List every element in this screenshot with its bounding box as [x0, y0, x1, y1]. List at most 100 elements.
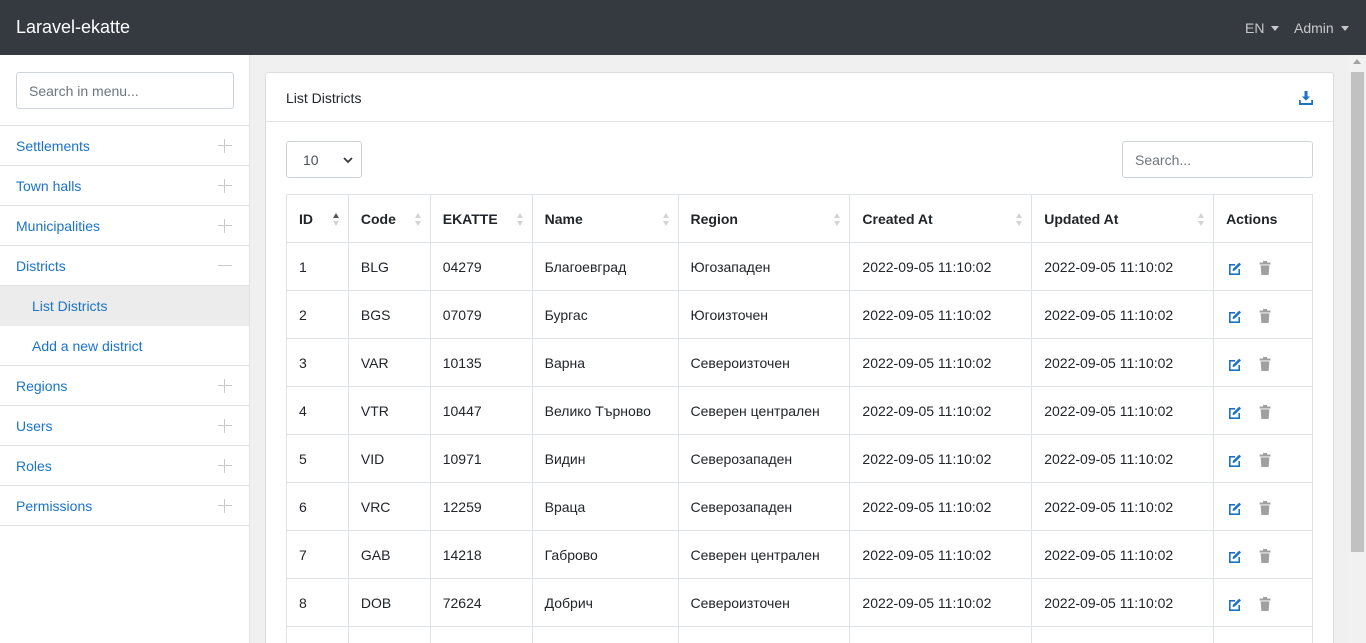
- cell-actions: [1213, 290, 1313, 339]
- column-header-actions: Actions: [1213, 194, 1313, 243]
- sidebar-item-settlements[interactable]: Settlements: [0, 126, 249, 166]
- expand-plus-icon[interactable]: [218, 459, 232, 473]
- expand-plus-icon[interactable]: [218, 139, 232, 153]
- caret-down-icon: [1271, 25, 1280, 31]
- edit-icon[interactable]: [1228, 453, 1242, 467]
- expand-plus-icon[interactable]: [218, 419, 232, 433]
- trash-icon[interactable]: [1258, 260, 1272, 275]
- sidebar-item-label: Settlements: [16, 137, 90, 154]
- edit-icon[interactable]: [1228, 405, 1242, 419]
- column-header-label: EKATTE: [442, 210, 498, 227]
- sidebar-menu: Settlements Town halls Municipalities Di…: [0, 125, 249, 526]
- sidebar-item-users[interactable]: Users: [0, 406, 249, 446]
- sidebar-item-label: Permissions: [16, 497, 93, 514]
- language-dropdown[interactable]: EN: [1245, 20, 1280, 36]
- cell-created-at: 2022-09-05 11:10:02: [849, 434, 1033, 483]
- column-header-updated-at[interactable]: Updated At: [1031, 194, 1215, 243]
- cell-id: [286, 626, 349, 643]
- sidebar-item-regions[interactable]: Regions: [0, 366, 249, 406]
- column-header-id[interactable]: ID: [286, 194, 349, 243]
- cell-region: Североизточен: [677, 338, 851, 387]
- sort-icon: [414, 213, 421, 226]
- cell-name: Велико Търново: [531, 386, 679, 435]
- collapse-minus-icon[interactable]: [218, 259, 232, 273]
- sidebar-subitem-add-district[interactable]: Add a new district: [0, 326, 249, 366]
- trash-icon[interactable]: [1258, 452, 1272, 467]
- brand-title[interactable]: Laravel-ekatte: [16, 17, 130, 38]
- column-header-code[interactable]: Code: [347, 194, 431, 243]
- cell-region: Северен централен: [677, 530, 851, 579]
- cell-updated-at: [1031, 626, 1215, 643]
- scroll-up-arrow-icon[interactable]: [1353, 59, 1361, 64]
- table-row: 3 VAR 10135 Варна Североизточен 2022-09-…: [286, 338, 1313, 387]
- sidebar-subitem-list-districts[interactable]: List Districts: [0, 286, 249, 326]
- cell-name: [531, 626, 679, 643]
- menu-search-input[interactable]: [16, 72, 234, 109]
- page-scrollbar[interactable]: [1349, 55, 1366, 643]
- trash-icon[interactable]: [1258, 548, 1272, 563]
- download-icon[interactable]: [1299, 91, 1313, 105]
- cell-name: Видин: [531, 434, 679, 483]
- trash-icon[interactable]: [1258, 356, 1272, 371]
- edit-icon[interactable]: [1228, 501, 1242, 515]
- page-size-select[interactable]: 10: [286, 141, 362, 178]
- column-header-label: Code: [360, 210, 396, 227]
- expand-plus-icon[interactable]: [218, 379, 232, 393]
- sidebar-item-label: List Districts: [32, 298, 108, 314]
- sort-icon: [834, 213, 841, 226]
- user-label: Admin: [1294, 20, 1334, 36]
- expand-plus-icon[interactable]: [218, 499, 232, 513]
- districts-card: List Districts 10 ID Code EKATTE Name Re…: [265, 72, 1334, 643]
- table-row: 1 BLG 04279 Благоевград Югозападен 2022-…: [286, 242, 1313, 291]
- cell-created-at: 2022-09-05 11:10:02: [849, 338, 1033, 387]
- edit-icon[interactable]: [1228, 597, 1242, 611]
- sort-icon: [516, 213, 523, 226]
- expand-plus-icon[interactable]: [218, 179, 232, 193]
- cell-code: VAR: [347, 338, 431, 387]
- cell-actions: [1213, 626, 1313, 643]
- column-header-region[interactable]: Region: [677, 194, 851, 243]
- expand-plus-icon[interactable]: [218, 219, 232, 233]
- table-search-input[interactable]: [1122, 141, 1313, 178]
- sidebar-item-districts[interactable]: Districts: [0, 246, 249, 286]
- trash-icon[interactable]: [1258, 500, 1272, 515]
- cell-region: Североизточен: [677, 578, 851, 627]
- trash-icon[interactable]: [1258, 596, 1272, 611]
- cell-name: Благоевград: [531, 242, 679, 291]
- trash-icon[interactable]: [1258, 404, 1272, 419]
- edit-icon[interactable]: [1228, 357, 1242, 371]
- cell-id: 2: [286, 290, 349, 339]
- sidebar-item-municipalities[interactable]: Municipalities: [0, 206, 249, 246]
- column-header-created-at[interactable]: Created At: [849, 194, 1033, 243]
- cell-ekatte: 14218: [429, 530, 533, 579]
- cell-ekatte: 10971: [429, 434, 533, 483]
- cell-name: Враца: [531, 482, 679, 531]
- cell-updated-at: 2022-09-05 11:10:02: [1031, 530, 1215, 579]
- sidebar-item-label: Users: [16, 417, 53, 434]
- trash-icon[interactable]: [1258, 308, 1272, 323]
- language-label: EN: [1245, 20, 1265, 36]
- cell-ekatte: 12259: [429, 482, 533, 531]
- page-title: List Districts: [286, 90, 362, 106]
- cell-ekatte: 10447: [429, 386, 533, 435]
- cell-code: VRC: [347, 482, 431, 531]
- column-header-ekatte[interactable]: EKATTE: [429, 194, 533, 243]
- sort-icon: [332, 213, 339, 226]
- sidebar-item-permissions[interactable]: Permissions: [0, 486, 249, 526]
- table-row: 5 VID 10971 Видин Северозападен 2022-09-…: [286, 434, 1313, 483]
- edit-icon[interactable]: [1228, 549, 1242, 563]
- sidebar-item-roles[interactable]: Roles: [0, 446, 249, 486]
- table-row: 2 BGS 07079 Бургас Югоизточен 2022-09-05…: [286, 290, 1313, 339]
- cell-ekatte: 07079: [429, 290, 533, 339]
- cell-code: VTR: [347, 386, 431, 435]
- cell-actions: [1213, 242, 1313, 291]
- edit-icon[interactable]: [1228, 309, 1242, 323]
- user-dropdown[interactable]: Admin: [1294, 20, 1349, 36]
- cell-code: BLG: [347, 242, 431, 291]
- sidebar-item-town-halls[interactable]: Town halls: [0, 166, 249, 206]
- cell-updated-at: 2022-09-05 11:10:02: [1031, 242, 1215, 291]
- scrollbar-thumb[interactable]: [1351, 72, 1364, 552]
- edit-icon[interactable]: [1228, 261, 1242, 275]
- column-header-label: Created At: [862, 210, 933, 227]
- column-header-name[interactable]: Name: [531, 194, 679, 243]
